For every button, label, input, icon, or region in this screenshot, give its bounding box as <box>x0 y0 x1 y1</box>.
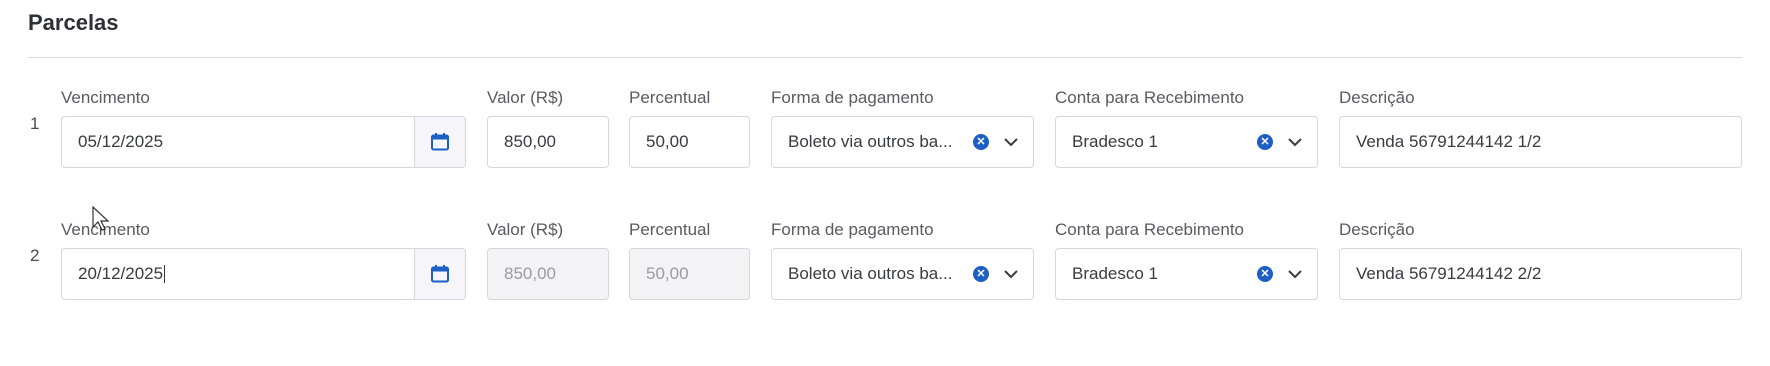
vencimento-value: 20/12/2025 <box>78 264 164 283</box>
forma-pagamento-label: Forma de pagamento <box>771 220 934 239</box>
conta-recebimento-value: Bradesco 1 <box>1072 132 1158 151</box>
vencimento-input[interactable]: 05/12/2025 <box>61 116 414 168</box>
conta-recebimento-field: Conta para Recebimento Bradesco 1 ✕ <box>1055 220 1318 310</box>
valor-field: Valor (R$) 850,00 <box>487 220 609 310</box>
valor-input[interactable]: 850,00 <box>487 116 609 168</box>
row-index: 1 <box>30 114 40 133</box>
percentual-label: Percentual <box>629 220 711 239</box>
section-title: Parcelas <box>28 10 119 35</box>
descricao-field: Descrição Venda 56791244142 2/2 <box>1339 220 1742 310</box>
vencimento-input[interactable]: 20/12/2025 <box>61 248 414 300</box>
mouse-pointer-icon <box>92 206 110 231</box>
descricao-label: Descrição <box>1339 88 1415 107</box>
installment-row-2: 2 Vencimento 20/12/2025 Valor (R$) 850,0… <box>0 220 1770 330</box>
calendar-icon <box>431 133 449 151</box>
vencimento-field: Vencimento 20/12/2025 <box>61 220 466 310</box>
valor-label: Valor (R$) <box>487 88 564 107</box>
forma-pagamento-field: Forma de pagamento Boleto via outros ba.… <box>771 220 1034 310</box>
descricao-label: Descrição <box>1339 220 1415 239</box>
text-caret <box>164 265 166 283</box>
calendar-button[interactable] <box>414 248 466 300</box>
conta-recebimento-label: Conta para Recebimento <box>1055 88 1245 107</box>
conta-recebimento-select[interactable]: Bradesco 1 ✕ <box>1055 248 1318 300</box>
forma-pagamento-label: Forma de pagamento <box>771 88 934 107</box>
descricao-field: Descrição Venda 56791244142 1/2 <box>1339 88 1742 178</box>
chevron-down-icon[interactable] <box>1003 137 1019 147</box>
percentual-field: Percentual 50,00 <box>629 220 750 310</box>
descricao-input[interactable]: Venda 56791244142 1/2 <box>1339 116 1742 168</box>
vencimento-label: Vencimento <box>61 88 150 107</box>
clear-icon[interactable]: ✕ <box>1257 134 1273 150</box>
conta-recebimento-label: Conta para Recebimento <box>1055 220 1245 239</box>
calendar-icon <box>431 265 449 283</box>
valor-field: Valor (R$) 850,00 <box>487 88 609 178</box>
forma-pagamento-value: Boleto via outros ba... <box>788 264 953 283</box>
forma-pagamento-field: Forma de pagamento Boleto via outros ba.… <box>771 88 1034 178</box>
forma-pagamento-select[interactable]: Boleto via outros ba... ✕ <box>771 248 1034 300</box>
percentual-label: Percentual <box>629 88 711 107</box>
row-index: 2 <box>30 246 40 265</box>
installment-row-1: 1 Vencimento 05/12/2025 Valor (R$) 850,0… <box>0 88 1770 198</box>
forma-pagamento-value: Boleto via outros ba... <box>788 132 953 151</box>
calendar-button[interactable] <box>414 116 466 168</box>
clear-icon[interactable]: ✕ <box>973 134 989 150</box>
percentual-input[interactable]: 50,00 <box>629 116 750 168</box>
chevron-down-icon[interactable] <box>1287 269 1303 279</box>
section-divider <box>28 57 1742 58</box>
conta-recebimento-select[interactable]: Bradesco 1 ✕ <box>1055 116 1318 168</box>
conta-recebimento-value: Bradesco 1 <box>1072 264 1158 283</box>
descricao-input[interactable]: Venda 56791244142 2/2 <box>1339 248 1742 300</box>
valor-label: Valor (R$) <box>487 220 564 239</box>
chevron-down-icon[interactable] <box>1287 137 1303 147</box>
conta-recebimento-field: Conta para Recebimento Bradesco 1 ✕ <box>1055 88 1318 178</box>
percentual-field: Percentual 50,00 <box>629 88 750 178</box>
clear-icon[interactable]: ✕ <box>973 266 989 282</box>
forma-pagamento-select[interactable]: Boleto via outros ba... ✕ <box>771 116 1034 168</box>
vencimento-field: Vencimento 05/12/2025 <box>61 88 466 178</box>
chevron-down-icon[interactable] <box>1003 269 1019 279</box>
percentual-input: 50,00 <box>629 248 750 300</box>
valor-input: 850,00 <box>487 248 609 300</box>
clear-icon[interactable]: ✕ <box>1257 266 1273 282</box>
